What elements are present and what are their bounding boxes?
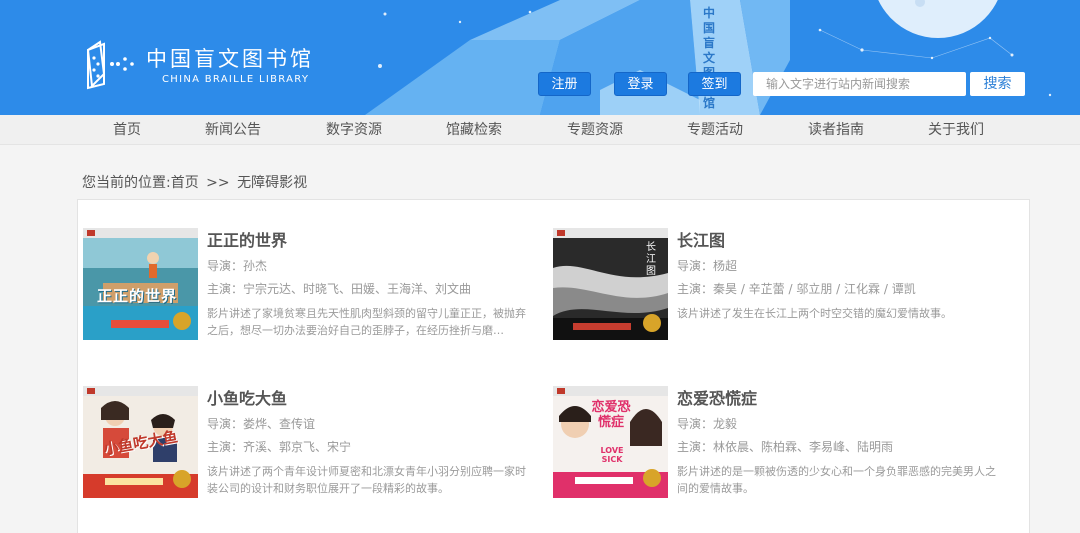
poster-title-text: 恋爱恐慌症 (591, 400, 631, 430)
movie-description: 该片讲述了发生在长江上两个时空交错的魔幻爱情故事。 (677, 307, 952, 320)
nav-item-news[interactable]: 新闻公告 (205, 115, 261, 145)
main-nav: 首页 新闻公告 数字资源 馆藏检索 专题资源 专题活动 读者指南 关于我们 (0, 115, 1080, 145)
movie-poster[interactable]: 长江图 (553, 228, 668, 340)
movie-cast: 主演：秦昊 / 辛芷蕾 / 邬立朋 / 江化霖 / 谭凯 (677, 282, 916, 296)
movie-title[interactable]: 正正的世界 (207, 231, 532, 251)
movie-poster[interactable]: 小鱼吃大鱼 (83, 386, 198, 498)
braille-book-logo-icon (86, 40, 134, 90)
logo-title: 中国盲文图书馆 (146, 46, 314, 71)
sign-in-button[interactable]: 签到 (688, 72, 741, 96)
search-button[interactable]: 搜索 (970, 72, 1025, 96)
movie-card: 恋爱恐慌症 LOVE SICK 恋爱恐慌症 导演：龙毅 主演：林依晨、陈柏霖、李… (553, 386, 1003, 501)
poster-image (83, 228, 198, 340)
register-button[interactable]: 注册 (538, 72, 591, 96)
nav-item-special-events[interactable]: 专题活动 (687, 115, 743, 145)
site-header: 中国盲文图书馆 中国盲文图书馆 CHINA BRAILLE LIBRARY 注册… (0, 0, 1080, 115)
movie-card: 小鱼吃大鱼 小鱼吃大鱼 导演：娄烨、查传谊 主演：齐溪、郭京飞、宋宁 该片讲述了… (83, 386, 533, 501)
movie-title[interactable]: 恋爱恐慌症 (677, 389, 1002, 409)
movie-card: 正正的世界 正正的世界 导演：孙杰 主演：宁宗元达、时晓飞、田媛、王海洋、刘文曲… (83, 228, 533, 343)
breadcrumb-home-link[interactable]: 首页 (171, 175, 199, 191)
logo-subtitle: CHINA BRAILLE LIBRARY (162, 73, 310, 85)
nav-item-catalog-search[interactable]: 馆藏检索 (446, 115, 502, 145)
movie-cast: 主演：宁宗元达、时晓飞、田媛、王海洋、刘文曲 (207, 282, 472, 296)
movie-poster[interactable]: 恋爱恐慌症 LOVE SICK (553, 386, 668, 498)
nav-item-about-us[interactable]: 关于我们 (928, 115, 984, 145)
movie-description: 该片讲述了两个青年设计师夏密和北漂女青年小羽分别应聘一家时装公司的设计和财务职位… (207, 465, 526, 495)
nav-item-reader-guide[interactable]: 读者指南 (808, 115, 864, 145)
movie-director: 导演：杨超 (677, 259, 738, 273)
breadcrumb-prefix: 您当前的位置: (82, 175, 171, 191)
movie-cast: 主演：齐溪、郭京飞、宋宁 (207, 440, 352, 454)
movie-cast: 主演：林依晨、陈柏霖、李易峰、陆明雨 (677, 440, 894, 454)
movie-director: 导演：龙毅 (677, 417, 738, 431)
movie-poster[interactable]: 正正的世界 (83, 228, 198, 340)
movie-director: 导演：娄烨、查传谊 (207, 417, 316, 431)
movie-title[interactable]: 长江图 (677, 231, 1002, 251)
nav-item-special-resources[interactable]: 专题资源 (567, 115, 623, 145)
movie-title[interactable]: 小鱼吃大鱼 (207, 389, 532, 409)
movie-card: 长江图 长江图 导演：杨超 主演：秦昊 / 辛芷蕾 / 邬立朋 / 江化霖 / … (553, 228, 1003, 343)
poster-title-text: 长江图 (646, 242, 656, 277)
movie-description: 影片讲述的是一颗被伤透的少女心和一个身负罪恶感的完美男人之间的爱情故事。 (677, 465, 996, 495)
breadcrumb-separator: >> (206, 175, 230, 191)
breadcrumb-current: 无障碍影视 (237, 175, 308, 191)
breadcrumb: 您当前的位置:首页 >> 无障碍影视 (82, 172, 307, 192)
nav-item-home[interactable]: 首页 (113, 115, 141, 145)
login-button[interactable]: 登录 (614, 72, 667, 96)
site-logo[interactable]: 中国盲文图书馆 CHINA BRAILLE LIBRARY (84, 40, 314, 92)
nav-item-digital-resources[interactable]: 数字资源 (326, 115, 382, 145)
movie-description: 影片讲述了家境贫寒且先天性肌肉型斜颈的留守儿童正正，被抛弃之后，想尽一切办法要治… (207, 307, 526, 337)
poster-title-text: 正正的世界 (97, 287, 178, 305)
poster-subtitle-text: LOVE SICK (600, 446, 624, 464)
movie-director: 导演：孙杰 (207, 259, 268, 273)
movie-list-panel: 正正的世界 正正的世界 导演：孙杰 主演：宁宗元达、时晓飞、田媛、王海洋、刘文曲… (77, 199, 1030, 533)
search-input[interactable] (753, 72, 966, 96)
